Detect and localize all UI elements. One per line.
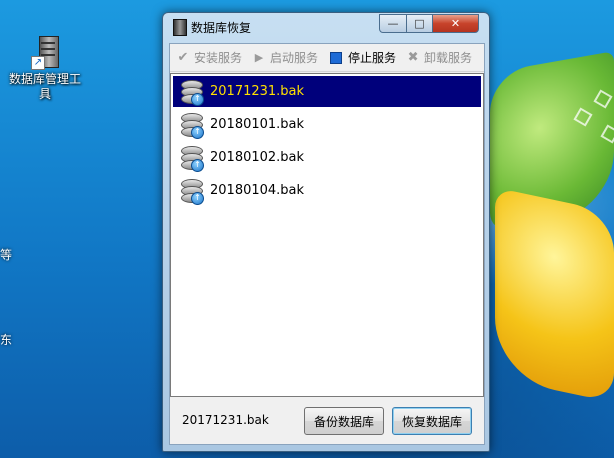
backup-database-button[interactable]: 备份数据库 — [304, 407, 384, 435]
restore-arrow-icon: ↑ — [191, 191, 204, 205]
app-server-icon — [173, 19, 187, 36]
toolbar: ✔ 安装服务 ▶ 启动服务 停止服务 ✖ 卸载服务 — [170, 44, 484, 72]
server-icon: ↗ — [29, 34, 61, 70]
desktop-icon-partial-label: 东 — [0, 333, 13, 347]
list-item[interactable]: ↑ 20180102.bak — [173, 142, 481, 173]
play-icon: ▶ — [254, 50, 264, 64]
close-icon: ✕ — [450, 17, 461, 30]
minimize-icon: — — [387, 17, 399, 30]
desktop-icon-label: 数据库管理工具 — [8, 72, 81, 101]
stop-service-button[interactable]: 停止服务 — [322, 47, 400, 69]
window-title: 数据库恢复 — [191, 21, 252, 35]
list-item[interactable]: ↑ 20180104.bak — [173, 175, 481, 206]
status-area: 20171231.bak 备份数据库 恢复数据库 — [170, 397, 484, 444]
install-service-button[interactable]: ✔ 安装服务 — [170, 47, 246, 69]
minimize-button[interactable]: — — [379, 14, 407, 33]
uninstall-service-label: 卸载服务 — [424, 51, 473, 65]
file-name: 20180102.bak — [210, 150, 305, 165]
stop-icon — [330, 51, 343, 64]
list-item[interactable]: ↑ 20180101.bak — [173, 109, 481, 140]
list-item[interactable]: ↑ 20171231.bak — [173, 76, 481, 107]
backup-file-list[interactable]: ↑ 20171231.bak ↑ 20180101.bak ↑ 20180102… — [170, 73, 484, 397]
restore-arrow-icon: ↑ — [191, 92, 204, 106]
restore-arrow-icon: ↑ — [191, 158, 204, 172]
start-service-label: 启动服务 — [270, 51, 319, 65]
database-icon: ↑ — [180, 178, 204, 205]
restore-window: 数据库恢复 — □ ✕ ✔ 安装服务 ▶ 启动服务 停止服务 ✖ 卸载服务 ↑ … — [162, 12, 490, 452]
file-name: 20180101.bak — [210, 117, 305, 132]
desktop-icon-db-manager[interactable]: ↗ 数据库管理工具 — [4, 34, 86, 102]
database-icon: ↑ — [180, 145, 204, 172]
window-client-area: ✔ 安装服务 ▶ 启动服务 停止服务 ✖ 卸载服务 ↑ 20171231.bak… — [169, 43, 485, 445]
wallpaper-yellow-pane — [495, 187, 614, 403]
database-icon: ↑ — [180, 79, 204, 106]
maximize-icon: □ — [414, 17, 425, 30]
uninstall-service-button[interactable]: ✖ 卸载服务 — [400, 47, 476, 69]
check-icon: ✔ — [177, 49, 189, 65]
desktop-icon-partial-label: 等 — [0, 248, 13, 262]
file-name: 20180104.bak — [210, 183, 305, 198]
install-service-label: 安装服务 — [194, 51, 243, 65]
close-button[interactable]: ✕ — [432, 14, 479, 33]
title-bar[interactable]: 数据库恢复 — □ ✕ — [163, 13, 489, 41]
x-icon: ✖ — [407, 49, 419, 65]
file-name: 20171231.bak — [210, 84, 305, 99]
database-icon: ↑ — [180, 112, 204, 139]
start-service-button[interactable]: ▶ 启动服务 — [246, 47, 322, 69]
restore-arrow-icon: ↑ — [191, 125, 204, 139]
selected-file-label: 20171231.bak — [182, 413, 269, 427]
restore-database-button[interactable]: 恢复数据库 — [392, 407, 472, 435]
shortcut-arrow-icon: ↗ — [31, 56, 45, 70]
stop-service-label: 停止服务 — [348, 51, 397, 65]
maximize-button[interactable]: □ — [406, 14, 433, 33]
